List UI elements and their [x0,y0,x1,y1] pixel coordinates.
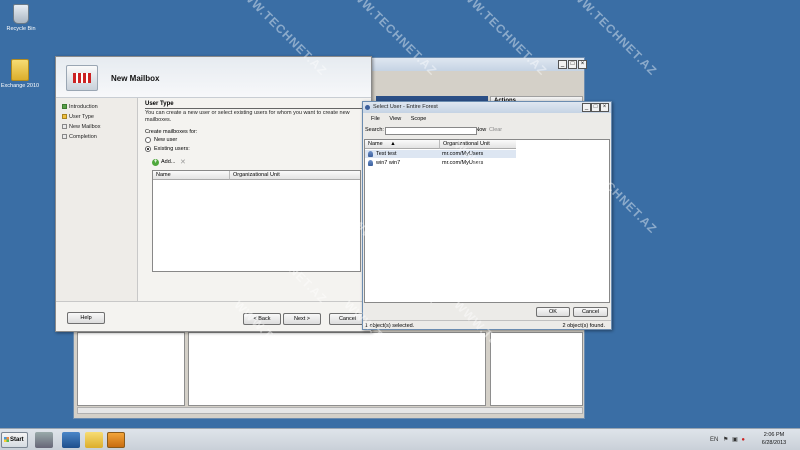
select-user-menu-bar: File View Scope [363,114,611,124]
step-new-mailbox: New Mailbox [62,124,100,130]
step-status-icon [62,134,67,139]
section-description: You can create a new user or select exis… [145,110,350,123]
step-introduction: Introduction [62,104,98,110]
column-header-ou[interactable]: Organizational Unit [229,171,360,180]
recycle-bin-label: Recycle Bin [6,26,36,32]
clock-time: 2:06 PM [763,432,785,438]
flag-icon[interactable]: ⚑ [723,437,728,443]
back-button[interactable]: < Back [243,313,281,325]
cancel-button[interactable]: Cancel [329,313,366,325]
menu-scope[interactable]: Scope [411,116,427,122]
column-header-ou[interactable]: Organizational Unit [439,140,516,149]
exchange-2010-desktop-icon[interactable]: Exchange 2010 [0,59,40,90]
remove-icon[interactable]: ✕ [180,158,186,166]
network-icon[interactable]: ▣ [732,437,738,443]
next-button[interactable]: Next > [283,313,321,325]
user-results-list[interactable]: Name ▲ Organizational Unit Test test mr.… [364,139,610,303]
clock-date: 6/28/2013 [761,439,787,446]
sort-arrow-icon: ▲ [390,141,396,147]
tray-language[interactable]: EN [710,437,718,443]
exchange-2010-label: Exchange 2010 [0,83,40,89]
user-icon [368,160,373,166]
wizard-title: New Mailbox [111,74,160,83]
recycle-bin-desktop-icon[interactable]: Recycle Bin [1,4,41,33]
new-mailbox-wizard: New Mailbox Introduction User Type New M… [55,56,372,332]
console-results-pane[interactable] [188,332,486,406]
step-status-icon [62,124,67,129]
section-title: User Type [145,101,365,109]
user-icon [368,151,373,157]
step-status-icon [62,114,67,119]
column-header-name[interactable]: Name [153,171,229,180]
taskbar: Start EN ⚑ ▣ ● 2:06 PM 6/28/2013 [0,428,800,450]
close-icon[interactable]: × [578,60,587,69]
mailbox-icon [66,65,98,91]
search-label: Search: [365,127,384,133]
ok-button[interactable]: OK [536,307,570,317]
maximize-icon[interactable]: □ [591,103,600,112]
menu-view[interactable]: View [389,116,401,122]
wizard-header: New Mailbox [56,57,371,98]
recycle-bin-icon [13,4,29,24]
menu-file[interactable]: File [371,116,380,122]
radio-new-user[interactable] [145,137,151,143]
status-bar: 1 object(s) selected. 2 object(s) found. [363,320,611,330]
create-for-label: Create mailboxes for: [145,129,198,135]
select-user-title: Select User - Entire Forest [373,104,438,110]
minimize-icon[interactable]: _ [582,103,591,112]
close-icon[interactable]: × [600,103,609,112]
step-completion: Completion [62,134,97,140]
wizard-footer: Help < Back Next > Cancel [56,301,371,331]
security-icon[interactable]: ● [741,437,745,443]
system-tray: EN ⚑ ▣ ● [710,432,756,448]
status-found: 2 object(s) found. [562,323,606,329]
console-tree-pane[interactable] [77,332,185,406]
folder-icon [11,59,29,81]
wizard-steps-pane: Introduction User Type New Mailbox Compl… [56,98,138,301]
start-button[interactable]: Start [1,432,28,448]
minimize-icon[interactable]: _ [558,60,567,69]
console-horizontal-scrollbar[interactable] [77,407,583,414]
clock[interactable]: 2:06 PM 6/28/2013 [752,432,796,447]
search-input[interactable] [385,127,477,135]
new-user-option[interactable]: New user [145,137,225,145]
clear-button[interactable]: Clear [489,125,502,136]
step-user-type: User Type [62,114,94,120]
status-selected: 1 object(s) selected. [365,323,415,329]
powershell-icon[interactable] [62,432,80,448]
existing-users-option[interactable]: Existing users: [145,146,225,154]
table-row[interactable]: Test test mr.com/MyUsers [365,150,516,158]
step-status-icon [62,104,67,109]
radio-existing-users[interactable] [145,146,151,152]
explorer-folder-icon[interactable] [85,432,103,448]
console-actions-pane[interactable] [490,332,583,406]
select-user-dialog: Select User - Entire Forest _ □ × File V… [362,101,612,330]
dialog-cancel-button[interactable]: Cancel [573,307,608,317]
column-header-name[interactable]: Name ▲ [365,140,439,149]
existing-users-list[interactable]: Name Organizational Unit [152,170,361,272]
table-row[interactable]: win7 win7 mr.com/MyUsers [365,159,516,167]
maximize-icon[interactable]: □ [568,60,577,69]
add-icon: + [152,159,159,166]
select-user-title-bar: Select User - Entire Forest _ □ × [363,102,611,113]
help-button[interactable]: Help [67,312,105,324]
server-manager-icon[interactable] [35,432,53,448]
exchange-console-icon[interactable] [107,432,125,448]
user-icon [365,105,370,110]
